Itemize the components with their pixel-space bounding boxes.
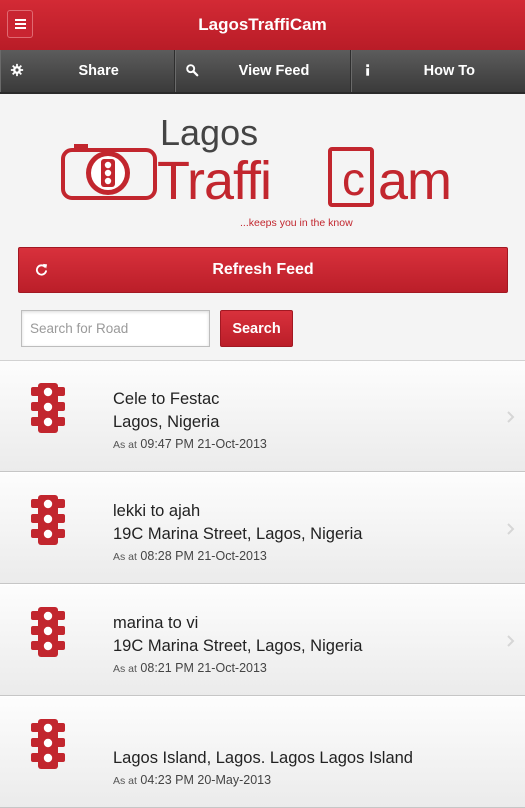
nav-view-feed-label: View Feed bbox=[238, 63, 310, 79]
feed-timestamp: As at 08:21 PM 21-Oct-2013 bbox=[113, 661, 267, 675]
app-logo: Lagos Traffi c am ...keeps you in the kn… bbox=[60, 112, 460, 237]
logo-text-c: c bbox=[342, 153, 365, 205]
refresh-icon bbox=[35, 263, 48, 276]
list-item[interactable]: Lagos Island, Lagos. Lagos Lagos Island … bbox=[0, 696, 525, 808]
logo-text-traffi: Traffi bbox=[157, 151, 272, 211]
traffic-light-icon bbox=[31, 383, 65, 433]
nav-how-to-label: How To bbox=[423, 63, 475, 79]
nav-bar: Share View Feed How To bbox=[0, 50, 525, 94]
traffic-light-icon bbox=[31, 495, 65, 545]
gear-icon bbox=[10, 63, 24, 77]
traffic-light-icon bbox=[31, 607, 65, 657]
logo-tagline: ...keeps you in the know bbox=[240, 217, 353, 229]
refresh-feed-button[interactable]: Refresh Feed bbox=[18, 247, 508, 293]
feed-location: 19C Marina Street, Lagos, Nigeria bbox=[113, 525, 363, 543]
feed-timestamp: As at 08:28 PM 21-Oct-2013 bbox=[113, 549, 267, 563]
as-at-label: As at bbox=[113, 663, 137, 675]
feed-location: Lagos Island, Lagos. Lagos Lagos Island bbox=[113, 749, 413, 767]
logo-text-lagos: Lagos bbox=[160, 112, 259, 153]
chevron-right-icon bbox=[507, 635, 515, 647]
logo-text-am: am bbox=[378, 151, 452, 211]
feed-location: Lagos, Nigeria bbox=[113, 413, 220, 431]
feed-title: marina to vi bbox=[113, 614, 199, 632]
top-bar: LagosTraffiCam bbox=[0, 0, 525, 51]
traffic-light-icon bbox=[31, 719, 65, 769]
chevron-right-icon bbox=[507, 523, 515, 535]
feed-time: 09:47 PM 21-Oct-2013 bbox=[140, 437, 267, 451]
as-at-label: As at bbox=[113, 551, 137, 563]
search-button[interactable]: Search bbox=[220, 310, 293, 347]
list-item[interactable]: marina to vi 19C Marina Street, Lagos, N… bbox=[0, 584, 525, 696]
nav-view-feed-button[interactable]: View Feed bbox=[175, 50, 351, 92]
chevron-right-icon bbox=[507, 411, 515, 423]
feed-title: Cele to Festac bbox=[113, 390, 220, 408]
feed-time: 08:21 PM 21-Oct-2013 bbox=[140, 661, 267, 675]
nav-how-to-button[interactable]: How To bbox=[350, 50, 525, 92]
feed-title: lekki to ajah bbox=[113, 502, 201, 520]
feed-location: 19C Marina Street, Lagos, Nigeria bbox=[113, 637, 363, 655]
camera-traffic-light-icon bbox=[61, 144, 157, 200]
refresh-feed-label: Refresh Feed bbox=[212, 261, 314, 278]
as-at-label: As at bbox=[113, 439, 137, 451]
feed-list: Cele to Festac Lagos, Nigeria As at 09:4… bbox=[0, 360, 525, 808]
app-title: LagosTraffiCam bbox=[198, 15, 327, 34]
feed-time: 08:28 PM 21-Oct-2013 bbox=[140, 549, 267, 563]
feed-timestamp: As at 04:23 PM 20-May-2013 bbox=[113, 773, 271, 787]
list-item[interactable]: lekki to ajah 19C Marina Street, Lagos, … bbox=[0, 472, 525, 584]
feed-time: 04:23 PM 20-May-2013 bbox=[140, 773, 272, 787]
as-at-label: As at bbox=[113, 775, 137, 787]
nav-share-label: Share bbox=[78, 63, 119, 79]
feed-timestamp: As at 09:47 PM 21-Oct-2013 bbox=[113, 437, 267, 451]
search-input[interactable] bbox=[21, 310, 210, 347]
search-icon bbox=[186, 64, 199, 77]
info-icon bbox=[365, 64, 369, 76]
list-item[interactable]: Cele to Festac Lagos, Nigeria As at 09:4… bbox=[0, 360, 525, 472]
nav-share-button[interactable]: Share bbox=[0, 50, 176, 92]
logo-c-box: c bbox=[328, 147, 374, 207]
